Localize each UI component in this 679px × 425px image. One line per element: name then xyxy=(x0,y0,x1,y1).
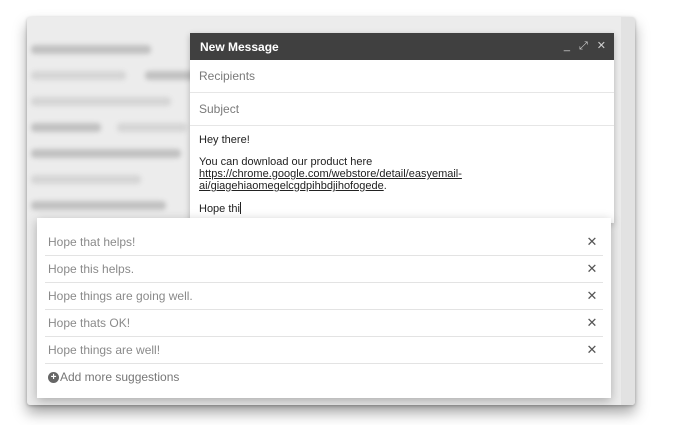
expand-icon[interactable]: ⤢ xyxy=(579,41,588,52)
remove-suggestion-icon[interactable]: ✕ xyxy=(585,315,599,331)
remove-suggestion-icon[interactable]: ✕ xyxy=(585,234,599,250)
suggestion-text: Hope that helps! xyxy=(48,235,136,249)
screenshot-stage: New Message _ ⤢ ✕ Recipients Subject Hey… xyxy=(0,0,679,425)
suggestion-item[interactable]: Hope things are well! ✕ xyxy=(45,337,603,364)
add-circle-icon: + xyxy=(48,371,59,383)
suggestion-text: Hope thats OK! xyxy=(48,316,131,330)
suggestion-text: Hope this helps. xyxy=(48,262,135,276)
body-greeting: Hey there! xyxy=(199,134,250,146)
suggestion-list: Hope that helps! ✕ Hope this helps. ✕ Ho… xyxy=(37,218,611,364)
typed-text: Hope thi xyxy=(199,203,240,215)
blurred-inbox-list xyxy=(27,17,202,227)
link-period: . xyxy=(383,180,387,192)
suggestions-dropdown: Hope that helps! ✕ Hope this helps. ✕ Ho… xyxy=(37,218,611,398)
compose-window: New Message _ ⤢ ✕ Recipients Subject Hey… xyxy=(190,33,614,223)
frame-scroll-edge xyxy=(621,17,635,405)
add-more-suggestions-button[interactable]: + Add more suggestions xyxy=(48,370,611,384)
compose-window-controls: _ ⤢ ✕ xyxy=(564,41,606,52)
suggestion-item[interactable]: Hope things are going well. ✕ xyxy=(45,283,603,310)
subject-field[interactable]: Subject xyxy=(190,93,614,126)
compose-title: New Message xyxy=(200,39,279,54)
add-more-label: Add more suggestions xyxy=(60,370,180,384)
remove-suggestion-icon[interactable]: ✕ xyxy=(585,288,599,304)
recipients-field[interactable]: Recipients xyxy=(190,60,614,93)
text-cursor xyxy=(239,202,241,214)
remove-suggestion-icon[interactable]: ✕ xyxy=(585,342,599,358)
suggestion-item[interactable]: Hope thats OK! ✕ xyxy=(45,310,603,337)
typed-text-line: Hope thi xyxy=(199,202,605,215)
suggestion-text: Hope things are going well. xyxy=(48,289,193,303)
close-icon[interactable]: ✕ xyxy=(597,41,606,52)
product-link[interactable]: https://chrome.google.com/webstore/detai… xyxy=(199,168,462,180)
suggestion-item[interactable]: Hope this helps. ✕ xyxy=(45,256,603,283)
message-body[interactable]: Hey there! You can download our product … xyxy=(190,126,614,223)
remove-suggestion-icon[interactable]: ✕ xyxy=(585,261,599,277)
suggestion-item[interactable]: Hope that helps! ✕ xyxy=(45,229,603,256)
product-link-continued[interactable]: ai/giagehiaomegelcgdpihbdjihofogede xyxy=(199,180,384,192)
suggestion-text: Hope things are well! xyxy=(48,343,161,357)
minimize-icon[interactable]: _ xyxy=(564,41,570,52)
compose-header: New Message _ ⤢ ✕ xyxy=(190,33,614,60)
body-download-line: You can download our product here xyxy=(199,156,373,168)
